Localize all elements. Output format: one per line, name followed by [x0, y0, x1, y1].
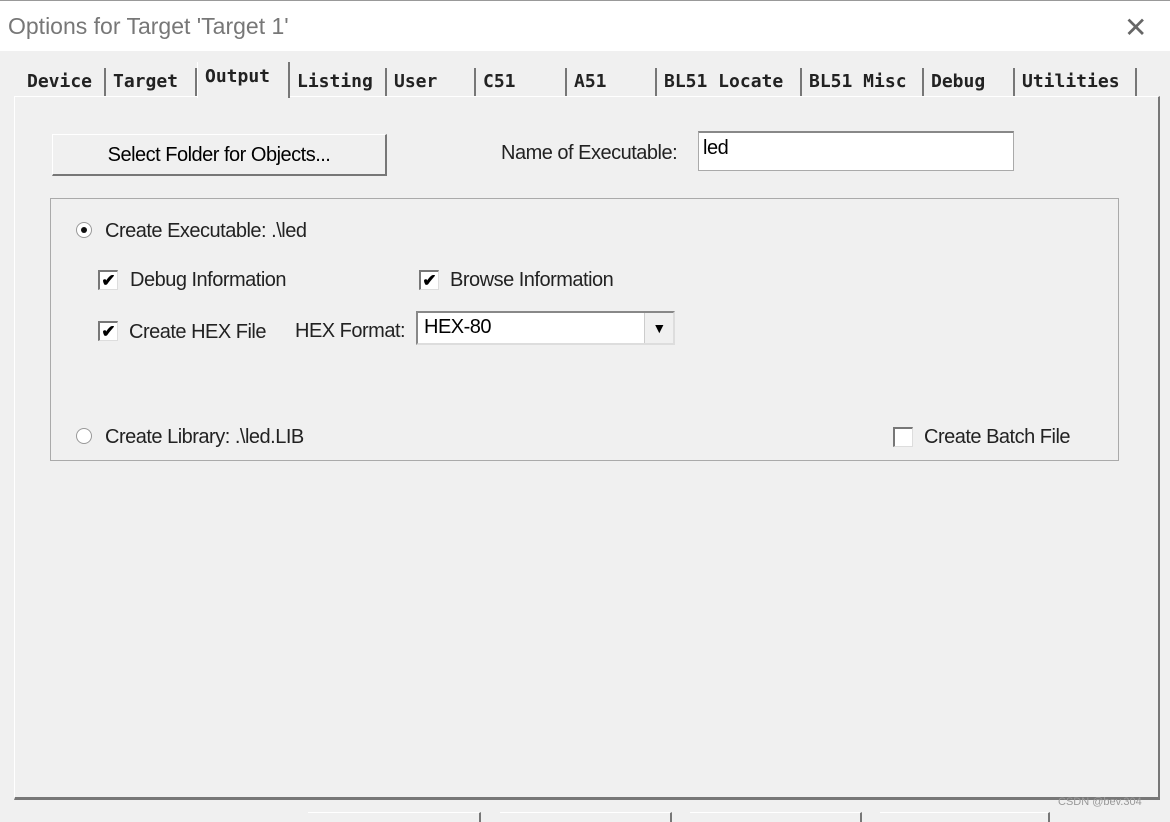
tab-listing[interactable]: Listing: [290, 68, 387, 96]
tab-bl51-locate[interactable]: BL51 Locate: [657, 68, 802, 96]
browse-information-checkbox[interactable]: ✔: [419, 270, 439, 290]
chevron-down-icon[interactable]: ▼: [644, 313, 673, 343]
tab-user[interactable]: User: [387, 68, 476, 96]
debug-information-label: Debug Information: [130, 269, 287, 291]
name-of-executable-label: Name of Executable:: [501, 142, 678, 164]
title-bar: Options for Target 'Target 1' ✕: [0, 0, 1170, 51]
hex-format-label: HEX Format:: [295, 320, 406, 342]
create-hex-file-label: Create HEX File: [129, 321, 267, 343]
create-library-radio[interactable]: [76, 428, 92, 444]
bottom-button[interactable]: [500, 812, 672, 822]
hex-format-value: HEX-80: [424, 316, 492, 338]
bottom-button[interactable]: [308, 812, 481, 822]
browse-information-label: Browse Information: [450, 269, 614, 291]
watermark: CSDN @bev.304: [1058, 796, 1142, 808]
tab-bl51-misc[interactable]: BL51 Misc: [802, 68, 924, 96]
debug-information-checkbox[interactable]: ✔: [98, 270, 118, 290]
tab-debug[interactable]: Debug: [924, 68, 1015, 96]
create-hex-file-checkbox[interactable]: ✔: [98, 321, 118, 341]
create-library-label: Create Library: .\led.LIB: [105, 426, 304, 448]
name-of-executable-input[interactable]: led: [698, 131, 1014, 171]
create-executable-label: Create Executable: .\led: [105, 220, 307, 242]
tab-c51[interactable]: C51: [476, 68, 567, 96]
window-title: Options for Target 'Target 1': [8, 13, 289, 39]
select-folder-button[interactable]: Select Folder for Objects...: [52, 134, 387, 176]
create-batch-file-checkbox[interactable]: [893, 427, 913, 447]
tab-device[interactable]: Device: [20, 68, 106, 96]
hex-format-select[interactable]: HEX-80 ▼: [416, 311, 675, 345]
bottom-button[interactable]: [880, 812, 1050, 822]
bottom-button[interactable]: [690, 812, 862, 822]
close-icon[interactable]: ✕: [1124, 11, 1147, 44]
create-executable-radio[interactable]: [76, 222, 92, 238]
tab-output[interactable]: Output: [197, 62, 290, 98]
tab-utilities[interactable]: Utilities: [1015, 68, 1137, 96]
tab-a51[interactable]: A51: [567, 68, 657, 96]
create-batch-file-label: Create Batch File: [924, 426, 1071, 448]
tab-target[interactable]: Target: [106, 68, 197, 96]
